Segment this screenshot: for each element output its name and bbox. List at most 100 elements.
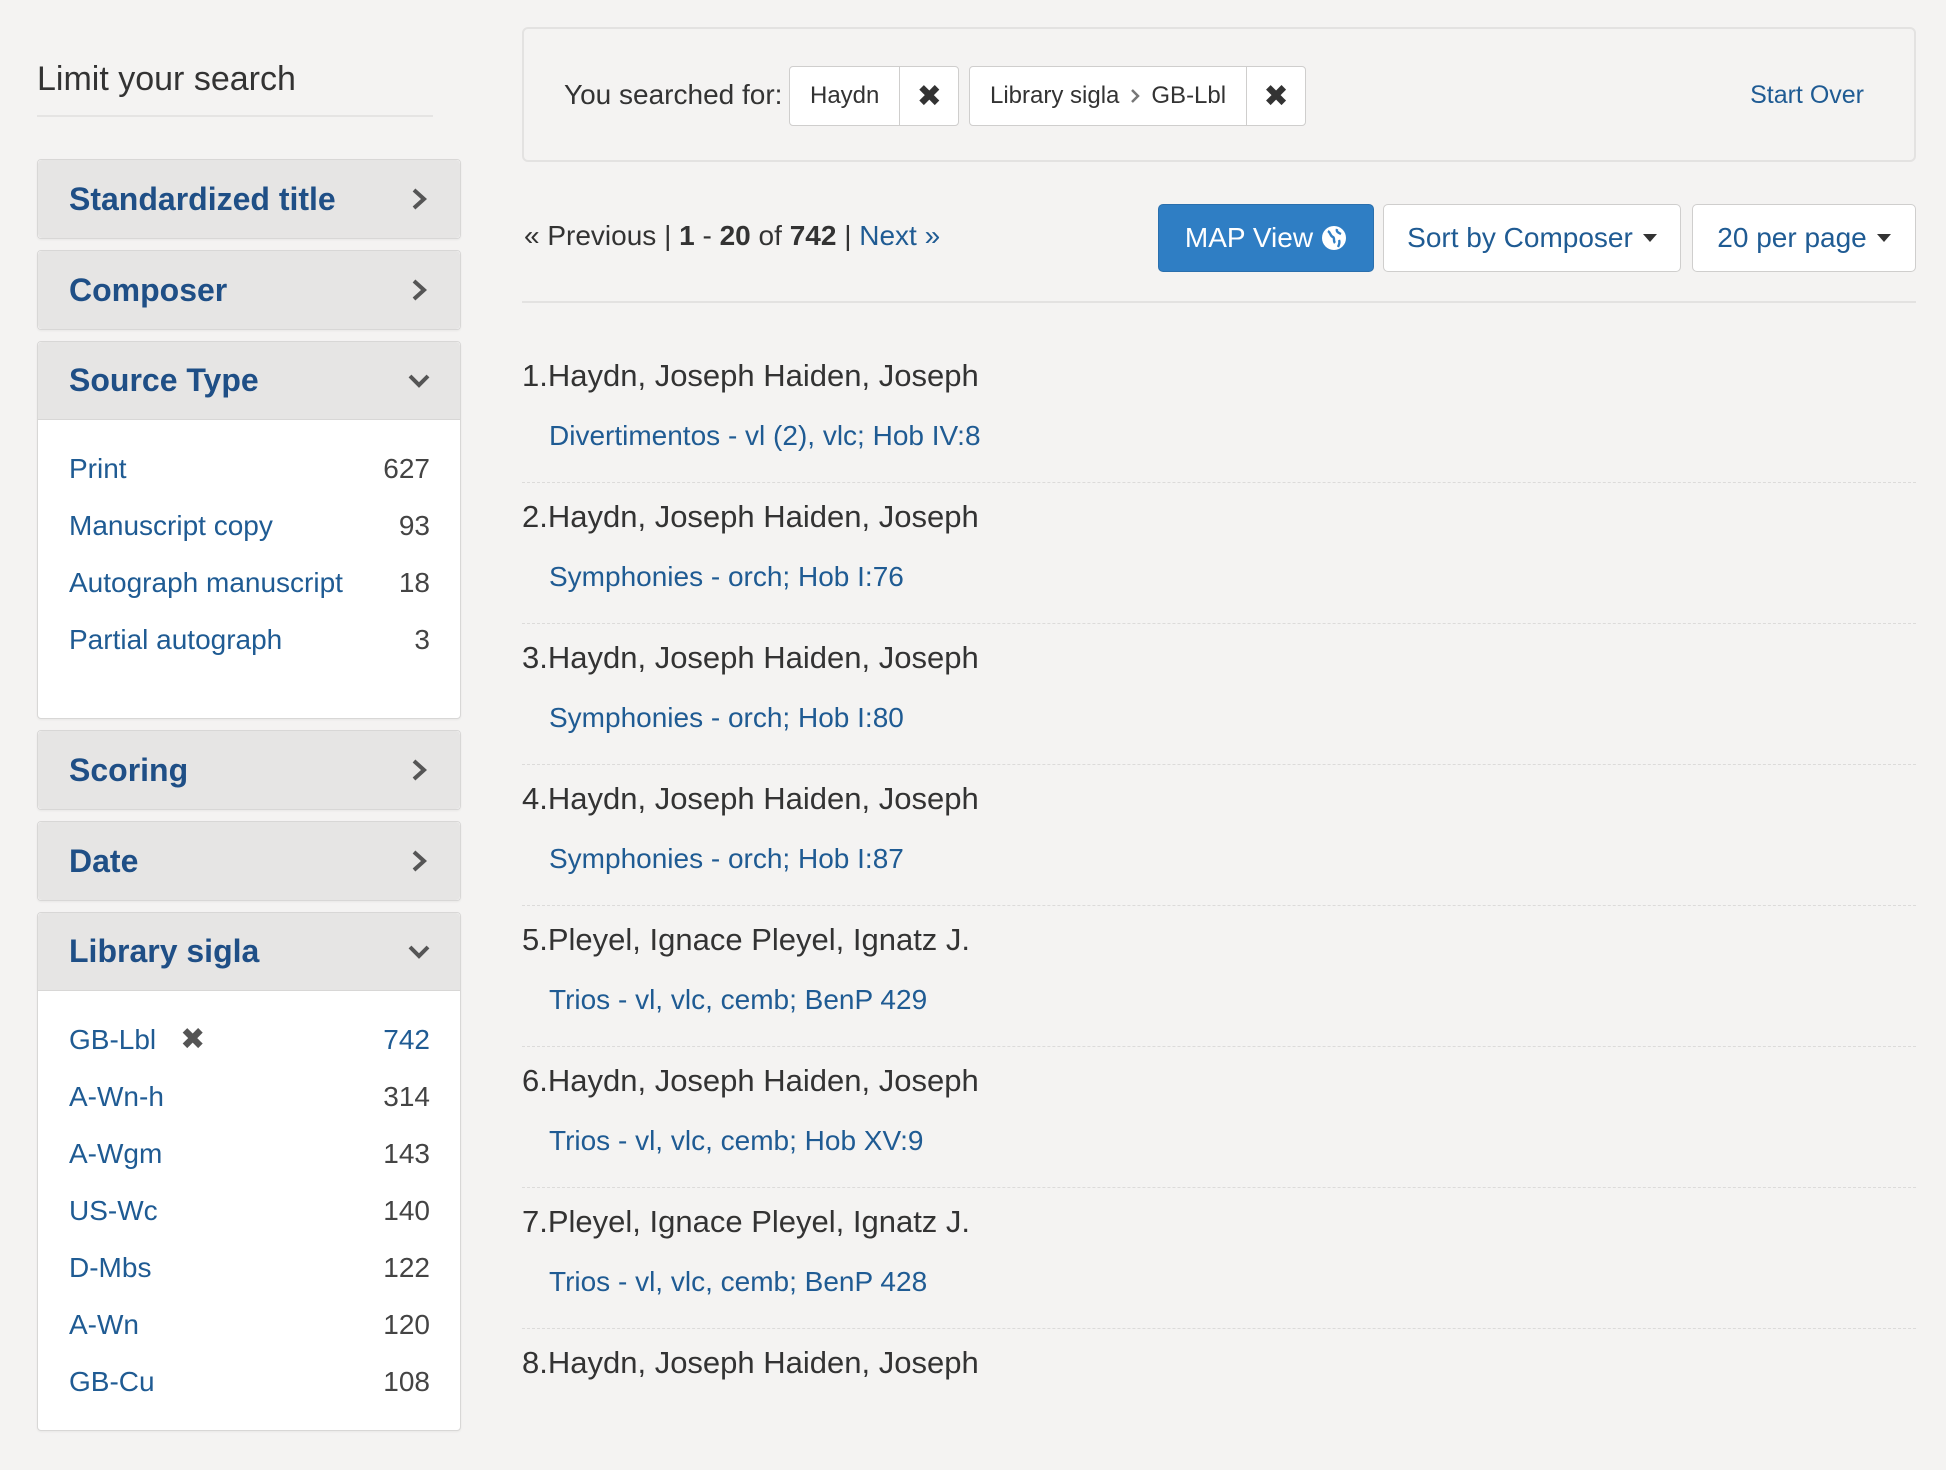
range-start: 1 [679, 220, 695, 251]
facet-item: Partial autograph 3 [69, 611, 430, 668]
result-number: 2. [522, 499, 548, 534]
result-number: 5. [522, 922, 548, 957]
facet-body: GB-Lbl ✖ 742 A-Wn-h 314 A-Wgm 143 US-Wc … [38, 991, 460, 1430]
result-composer: Haydn, Joseph Haiden, Joseph [547, 640, 979, 675]
facet-item-count: 314 [383, 1080, 430, 1112]
close-icon[interactable]: ✖ [899, 67, 958, 125]
result-item: 3.Haydn, Joseph Haiden, Joseph Symphonie… [522, 624, 1916, 765]
facet-item-label[interactable]: US-Wc [69, 1195, 158, 1227]
facet-header-library-sigla[interactable]: Library sigla [38, 913, 460, 991]
pager-separator: | [664, 220, 672, 251]
chevron-right-icon [412, 279, 427, 301]
result-number: 7. [522, 1204, 548, 1239]
sort-label: Sort by Composer [1407, 222, 1633, 253]
facet-item-label[interactable]: GB-Cu [69, 1366, 155, 1398]
facet-title: Scoring [69, 751, 189, 788]
facet-composer: Composer [37, 250, 461, 330]
facet-item: GB-Cu 108 [69, 1353, 430, 1410]
facet-standardized-title: Standardized title [37, 159, 461, 239]
result-title: 7.Pleyel, Ignace Pleyel, Ignatz J. [522, 1204, 970, 1240]
result-link[interactable]: Trios - vl, vlc, cemb; BenP 429 [549, 984, 927, 1016]
chevron-down-icon [408, 374, 430, 388]
chevron-right-icon [412, 850, 427, 872]
filter-field: Library sigla [990, 82, 1120, 109]
facet-item: Print 627 [69, 440, 430, 497]
result-link[interactable]: Symphonies - orch; Hob I:87 [549, 843, 904, 875]
filter-value: GB-Lbl [1151, 82, 1227, 109]
result-item: 5.Pleyel, Ignace Pleyel, Ignatz J. Trios… [522, 906, 1916, 1047]
facet-item-label: GB-Lbl [69, 1023, 157, 1055]
result-item: 7.Pleyel, Ignace Pleyel, Ignatz J. Trios… [522, 1188, 1916, 1329]
facet-header-source-type[interactable]: Source Type [38, 342, 460, 420]
chevron-right-icon [1131, 89, 1141, 103]
divider [522, 301, 1916, 303]
facet-header-standardized-title[interactable]: Standardized title [38, 160, 460, 238]
facet-item: A-Wn 120 [69, 1296, 430, 1353]
query-constraint-value: Haydn [810, 82, 880, 109]
facet-item-count: 140 [383, 1194, 430, 1226]
facet-item-count: 108 [383, 1365, 430, 1397]
facet-item-count: 18 [398, 566, 430, 598]
facet-item-count: 742 [383, 1023, 430, 1055]
facet-header-scoring[interactable]: Scoring [38, 731, 460, 809]
caret-down-icon [1642, 234, 1657, 242]
facet-header-date[interactable]: Date [38, 822, 460, 900]
sort-dropdown[interactable]: Sort by Composer [1383, 204, 1681, 272]
result-link[interactable]: Trios - vl, vlc, cemb; BenP 428 [549, 1266, 927, 1298]
facet-scoring: Scoring [37, 730, 461, 810]
result-composer: Pleyel, Ignace Pleyel, Ignatz J. [547, 922, 971, 957]
facet-item-label[interactable]: Print [69, 453, 127, 485]
facet-item-label[interactable]: A-Wn [69, 1309, 139, 1341]
per-page-dropdown[interactable]: 20 per page [1692, 204, 1916, 272]
range-end: 20 [719, 220, 751, 251]
facet-item-label[interactable]: Partial autograph [69, 624, 282, 656]
result-link[interactable]: Divertimentos - vl (2), vlc; Hob IV:8 [549, 420, 981, 452]
result-title: 8.Haydn, Joseph Haiden, Joseph [522, 1345, 979, 1381]
facet-item: A-Wn-h 314 [69, 1068, 430, 1125]
start-over-link[interactable]: Start Over [1750, 81, 1864, 110]
query-constraint-chip: Haydn ✖ [789, 66, 960, 126]
facet-item-label[interactable]: A-Wgm [69, 1138, 162, 1170]
result-title: 1.Haydn, Joseph Haiden, Joseph [522, 358, 979, 394]
facet-title: Source Type [69, 362, 259, 398]
pagination: « Previous | 1 - 20 of 742 | Next » [524, 220, 940, 252]
result-link[interactable]: Symphonies - orch; Hob I:80 [549, 702, 904, 734]
next-link[interactable]: Next » [859, 220, 940, 251]
facet-item-label[interactable]: Autograph manuscript [69, 567, 343, 599]
facet-header-composer[interactable]: Composer [38, 251, 460, 329]
pager-separator: | [844, 220, 852, 251]
map-view-button[interactable]: MAP View [1158, 204, 1374, 272]
range-dash: - [702, 220, 712, 251]
facet-item-label[interactable]: D-Mbs [69, 1252, 151, 1284]
facet-item-count: 122 [383, 1251, 430, 1283]
facet-item-label[interactable]: A-Wn-h [69, 1081, 164, 1113]
facet-item: D-Mbs 122 [69, 1239, 430, 1296]
total-count: 742 [789, 220, 837, 251]
facet-item-label-wrap: GB-Lbl ✖ [69, 1024, 205, 1056]
result-link[interactable]: Trios - vl, vlc, cemb; Hob XV:9 [549, 1125, 923, 1157]
result-item: 8.Haydn, Joseph Haiden, Joseph [522, 1329, 1916, 1470]
facet-item: Manuscript copy 93 [69, 497, 430, 554]
result-number: 3. [522, 640, 548, 675]
result-title: 6.Haydn, Joseph Haiden, Joseph [522, 1063, 979, 1099]
result-link[interactable]: Symphonies - orch; Hob I:76 [549, 561, 904, 593]
facet-item: US-Wc 140 [69, 1182, 430, 1239]
map-view-label: MAP View [1184, 222, 1314, 253]
previous-label: « Previous [524, 220, 657, 251]
close-icon[interactable]: ✖ [180, 1024, 205, 1055]
result-title: 2.Haydn, Joseph Haiden, Joseph [522, 499, 979, 535]
close-icon[interactable]: ✖ [1246, 67, 1305, 125]
facet-item-count: 143 [383, 1137, 430, 1169]
result-title: 4.Haydn, Joseph Haiden, Joseph [522, 781, 979, 817]
chevron-right-icon [412, 759, 427, 781]
facet-title: Library sigla [69, 933, 260, 969]
result-title: 3.Haydn, Joseph Haiden, Joseph [522, 640, 979, 676]
facet-item-count: 120 [383, 1308, 430, 1340]
facet-item-count: 627 [383, 452, 430, 484]
facet-item-label[interactable]: Manuscript copy [69, 510, 273, 542]
result-composer: Haydn, Joseph Haiden, Joseph [547, 781, 979, 816]
facet-date: Date [37, 821, 461, 901]
result-composer: Haydn, Joseph Haiden, Joseph [547, 358, 979, 393]
chevron-right-icon [412, 188, 427, 210]
result-number: 1. [522, 358, 548, 393]
